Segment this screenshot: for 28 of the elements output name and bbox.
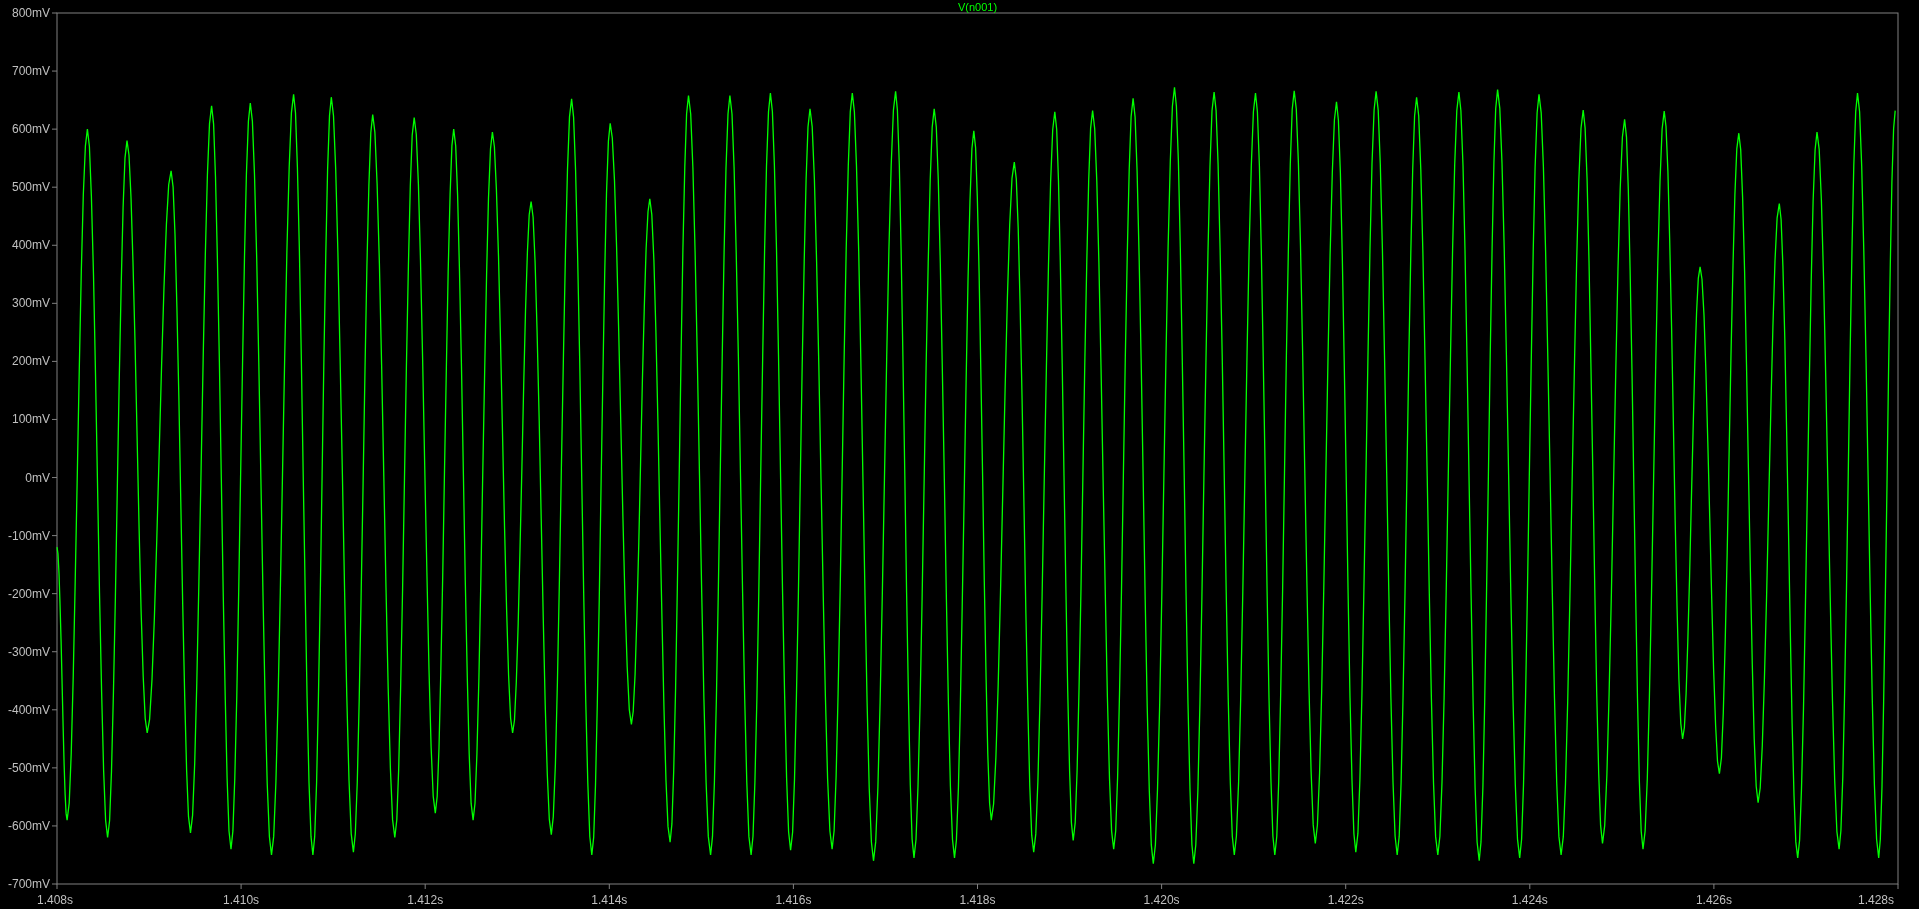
- y-tick-label: 600mV: [11, 122, 50, 137]
- x-tick-label: 1.428s: [1858, 893, 1894, 907]
- y-tick-label: -400mV: [7, 702, 50, 717]
- x-tick-label: 1.422s: [1327, 893, 1364, 907]
- x-tick-label: 1.418s: [959, 893, 996, 907]
- x-tick-label: 1.416s: [775, 893, 812, 907]
- y-tick-label: 400mV: [11, 238, 50, 253]
- y-tick-label: 800mV: [11, 6, 50, 20]
- x-tick-label: 1.408s: [37, 893, 74, 907]
- y-tick-label: -500mV: [7, 760, 50, 775]
- y-tick-label: 0mV: [25, 470, 50, 485]
- y-tick-label: 100mV: [11, 412, 50, 427]
- y-tick-label: -100mV: [7, 528, 50, 543]
- y-tick-label: 200mV: [11, 354, 50, 369]
- y-tick-label: -300mV: [7, 644, 50, 659]
- y-tick-label: 500mV: [11, 180, 50, 195]
- y-tick-label: -600mV: [7, 818, 50, 833]
- x-tick-label: 1.410s: [223, 893, 260, 907]
- x-tick-label: 1.412s: [407, 893, 444, 907]
- y-tick-label: -200mV: [7, 586, 50, 601]
- y-tick-label: 300mV: [11, 296, 50, 311]
- x-tick-label: 1.414s: [591, 893, 628, 907]
- x-tick-label: 1.424s: [1511, 893, 1548, 907]
- y-tick-label: 700mV: [11, 64, 50, 79]
- x-tick-label: 1.420s: [1143, 893, 1180, 907]
- trace-label[interactable]: V(n001): [957, 1, 998, 13]
- y-tick-label: -700mV: [7, 877, 50, 891]
- x-tick-label: 1.426s: [1695, 893, 1732, 907]
